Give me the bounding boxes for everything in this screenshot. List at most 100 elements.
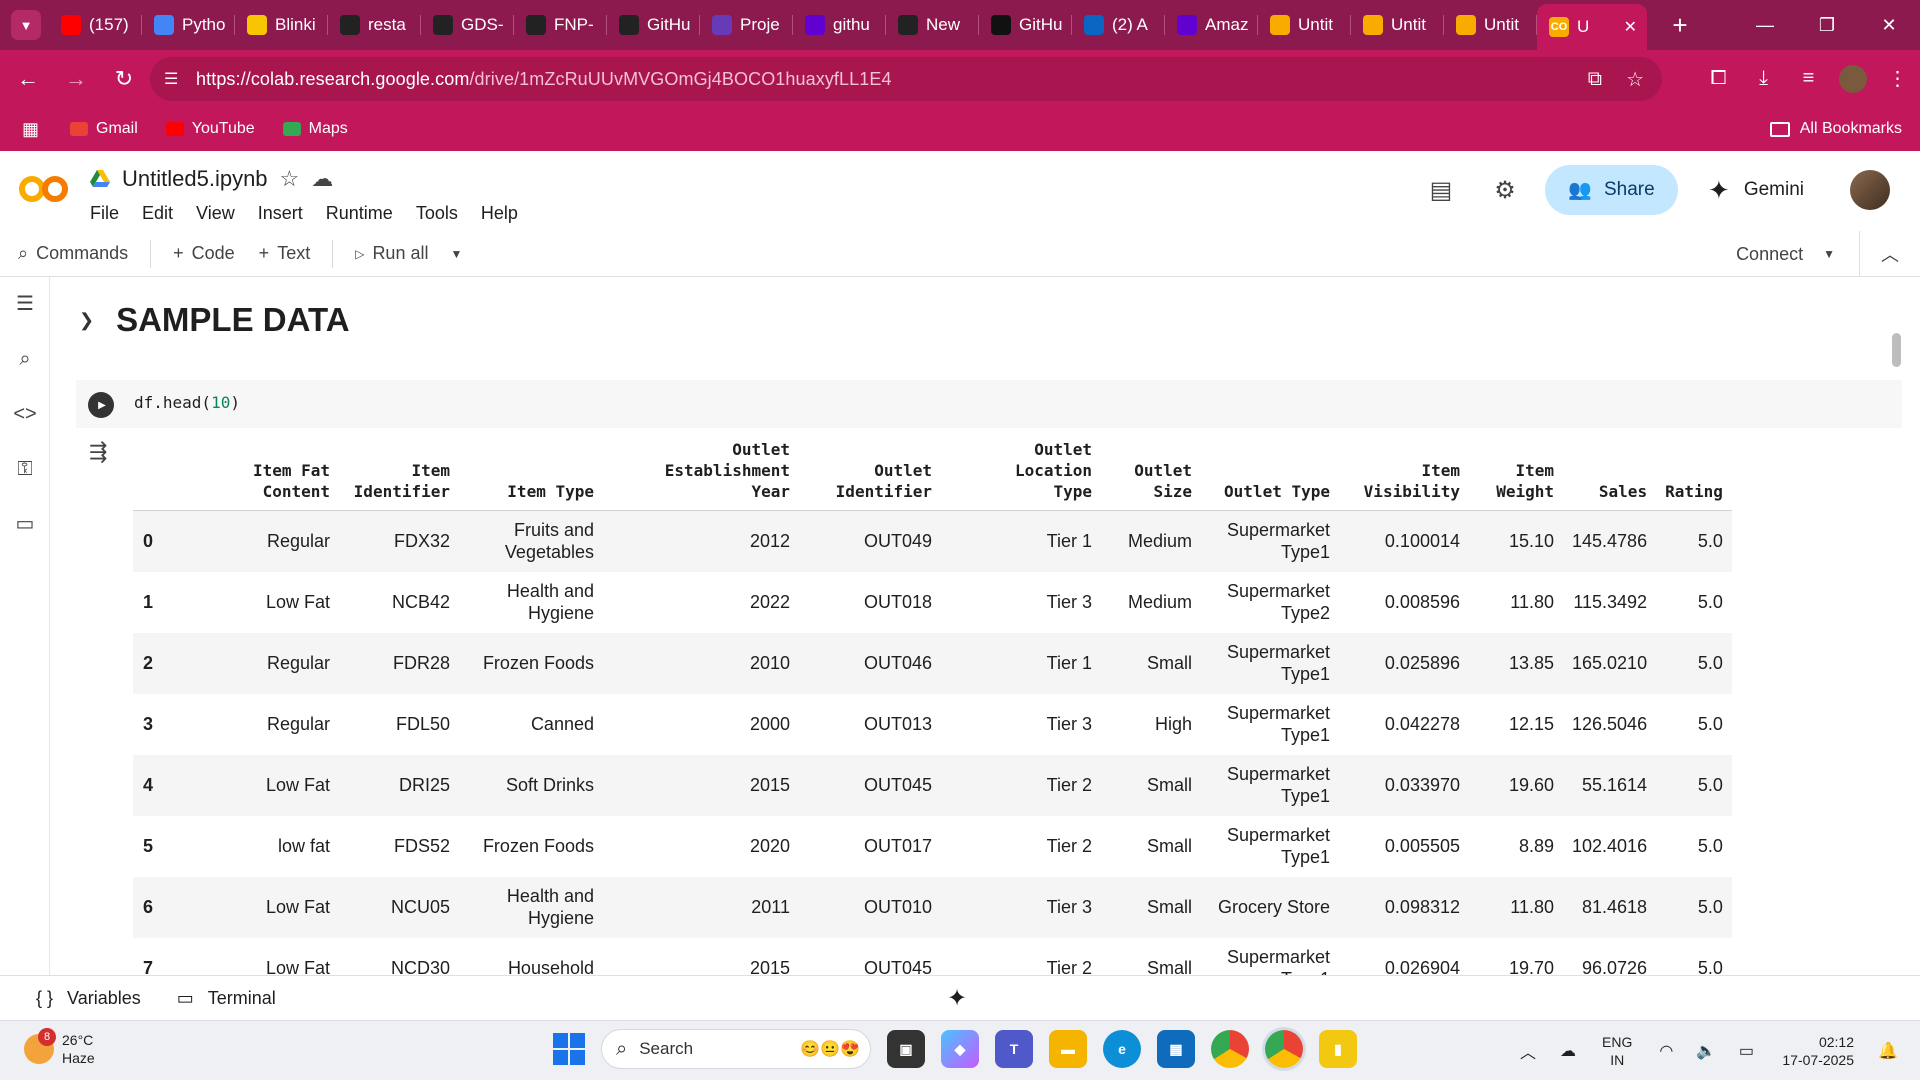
column-header[interactable]: Item Fat Content [193, 439, 339, 511]
gemini-sparkle-icon[interactable]: ✦ [947, 984, 967, 1013]
commands-button[interactable]: ⌕ Commands [0, 243, 140, 264]
browser-tab[interactable]: Blinki [235, 0, 328, 50]
collapse-section-icon[interactable]: ❯ [79, 310, 94, 331]
taskbar-search[interactable]: ⌕ Search 😊😐😍 [601, 1029, 871, 1069]
browser-tab[interactable]: (157) [49, 0, 142, 50]
weather-widget[interactable]: 8 26°C Haze [24, 1028, 95, 1067]
tab-active[interactable]: CO U ✕ [1537, 4, 1647, 50]
language-indicator[interactable]: ENG IN [1602, 1033, 1632, 1069]
share-button[interactable]: 👥 Share [1545, 165, 1679, 215]
column-header[interactable]: Outlet Size [1101, 439, 1201, 511]
teams-icon[interactable]: T [995, 1030, 1033, 1068]
column-header[interactable] [133, 439, 193, 511]
run-all-button[interactable]: ▷ Run all ▼ [343, 243, 474, 264]
colab-logo[interactable] [18, 174, 70, 204]
secrets-key-icon[interactable]: ⚿ [0, 442, 50, 497]
chevron-up-icon[interactable]: ︿ [1508, 1039, 1548, 1063]
find-replace-icon[interactable]: ⌕ [0, 332, 50, 387]
menu-item-help[interactable]: Help [481, 203, 518, 224]
all-bookmarks-button[interactable]: All Bookmarks [1769, 120, 1902, 138]
browser-tab[interactable]: GitHu [607, 0, 700, 50]
browser-tab[interactable]: GDS- [421, 0, 514, 50]
clock[interactable]: 02:12 17-07-2025 [1782, 1033, 1854, 1069]
code-cell[interactable]: ▶ df.head(10) [76, 380, 1902, 428]
file-explorer-icon[interactable]: ▬ [1049, 1030, 1087, 1068]
terminal-button[interactable]: ▭ Terminal [177, 988, 276, 1009]
extensions-icon[interactable]: ⧠ [1696, 67, 1741, 90]
tab-search-button[interactable]: ▼ [11, 10, 41, 40]
add-code-button[interactable]: + Code [161, 243, 247, 264]
menu-item-insert[interactable]: Insert [258, 203, 303, 224]
column-header[interactable]: Sales [1563, 439, 1657, 511]
browser-tab[interactable]: Proje [700, 0, 793, 50]
notebook-title[interactable]: Untitled5.ipynb [122, 166, 268, 192]
collapse-header-icon[interactable]: ︿ [1860, 241, 1920, 267]
browser-tab[interactable]: New [886, 0, 979, 50]
browser-tab[interactable]: Untit [1444, 0, 1537, 50]
chevron-down-icon[interactable]: ▼ [450, 247, 462, 261]
run-cell-button[interactable]: ▶ [88, 392, 114, 418]
column-header[interactable]: Item Type [459, 439, 603, 511]
new-tab-button[interactable]: + [1665, 10, 1695, 41]
comment-icon[interactable]: ▤ [1409, 176, 1473, 205]
output-actions-icon[interactable]: ⇶ [89, 439, 107, 465]
column-header[interactable]: Item Identifier [339, 439, 459, 511]
chrome-profile-icon[interactable] [1265, 1030, 1303, 1068]
star-icon[interactable]: ☆ [280, 166, 300, 192]
column-header[interactable]: Outlet Establishment Year [603, 439, 799, 511]
bookmark-youtube[interactable]: YouTube [165, 120, 255, 138]
media-control-icon[interactable]: ≡ [1786, 67, 1831, 90]
back-button[interactable]: ← [8, 59, 48, 99]
scrollbar[interactable] [1892, 333, 1901, 367]
connect-button[interactable]: Connect ▼ [1736, 231, 1860, 277]
column-header[interactable]: Item Visibility [1339, 439, 1469, 511]
variables-button[interactable]: { } Variables [36, 988, 141, 1009]
cloud-saved-icon[interactable]: ☁ [311, 166, 333, 192]
bookmark-gmail[interactable]: Gmail [70, 120, 138, 138]
browser-tab[interactable]: Amaz [1165, 0, 1258, 50]
browser-menu-icon[interactable]: ⋮ [1875, 66, 1920, 91]
battery-icon[interactable]: ▭ [1726, 1041, 1766, 1061]
browser-tab[interactable]: resta [328, 0, 421, 50]
site-info-icon[interactable]: ☰ [164, 69, 184, 89]
profile-avatar[interactable] [1839, 64, 1867, 93]
bookmark-maps[interactable]: Maps [282, 120, 348, 138]
avatar[interactable] [1850, 170, 1890, 210]
code-editor[interactable]: df.head(10) [134, 393, 240, 412]
browser-tab[interactable]: Untit [1258, 0, 1351, 50]
browser-tab[interactable]: GitHu [979, 0, 1072, 50]
chevron-down-icon[interactable]: ▼ [1823, 247, 1835, 261]
browser-tab[interactable]: Pytho [142, 0, 235, 50]
code-snippets-icon[interactable]: <> [0, 387, 50, 442]
files-folder-icon[interactable]: ▭ [0, 497, 50, 552]
wifi-icon[interactable]: ◠ [1646, 1041, 1686, 1061]
column-header[interactable]: Outlet Location Type [941, 439, 1101, 511]
url-bar[interactable]: ☰ https://colab.research.google.com/driv… [150, 57, 1662, 101]
chrome-icon[interactable] [1211, 1030, 1249, 1068]
column-header[interactable]: Outlet Type [1201, 439, 1339, 511]
add-text-button[interactable]: + Text [247, 243, 323, 264]
column-header[interactable]: Item Weight [1469, 439, 1563, 511]
menu-item-file[interactable]: File [90, 203, 119, 224]
translate-icon[interactable]: ⧉ [1588, 68, 1602, 91]
volume-icon[interactable]: 🔈 [1686, 1041, 1726, 1061]
onedrive-icon[interactable]: ☁ [1548, 1041, 1588, 1061]
gemini-button[interactable]: ✦ Gemini [1708, 175, 1804, 206]
menu-item-view[interactable]: View [196, 203, 235, 224]
forward-button[interactable]: → [56, 59, 96, 99]
browser-tab[interactable]: FNP- [514, 0, 607, 50]
store-icon[interactable]: ▦ [1157, 1030, 1195, 1068]
reload-button[interactable]: ↻ [104, 59, 144, 99]
copilot-icon[interactable]: ◆ [941, 1030, 979, 1068]
browser-tab[interactable]: Untit [1351, 0, 1444, 50]
close-window-button[interactable]: ✕ [1858, 0, 1920, 50]
browser-tab[interactable]: githu [793, 0, 886, 50]
bookmark-star-icon[interactable]: ☆ [1626, 67, 1644, 92]
menu-item-runtime[interactable]: Runtime [326, 203, 393, 224]
menu-item-edit[interactable]: Edit [142, 203, 173, 224]
windows-start-icon[interactable] [553, 1033, 585, 1065]
apps-grid-icon[interactable]: ▦ [22, 119, 42, 140]
menu-item-tools[interactable]: Tools [416, 203, 458, 224]
download-icon[interactable]: ⤓ [1741, 67, 1786, 90]
browser-tab[interactable]: (2) A [1072, 0, 1165, 50]
